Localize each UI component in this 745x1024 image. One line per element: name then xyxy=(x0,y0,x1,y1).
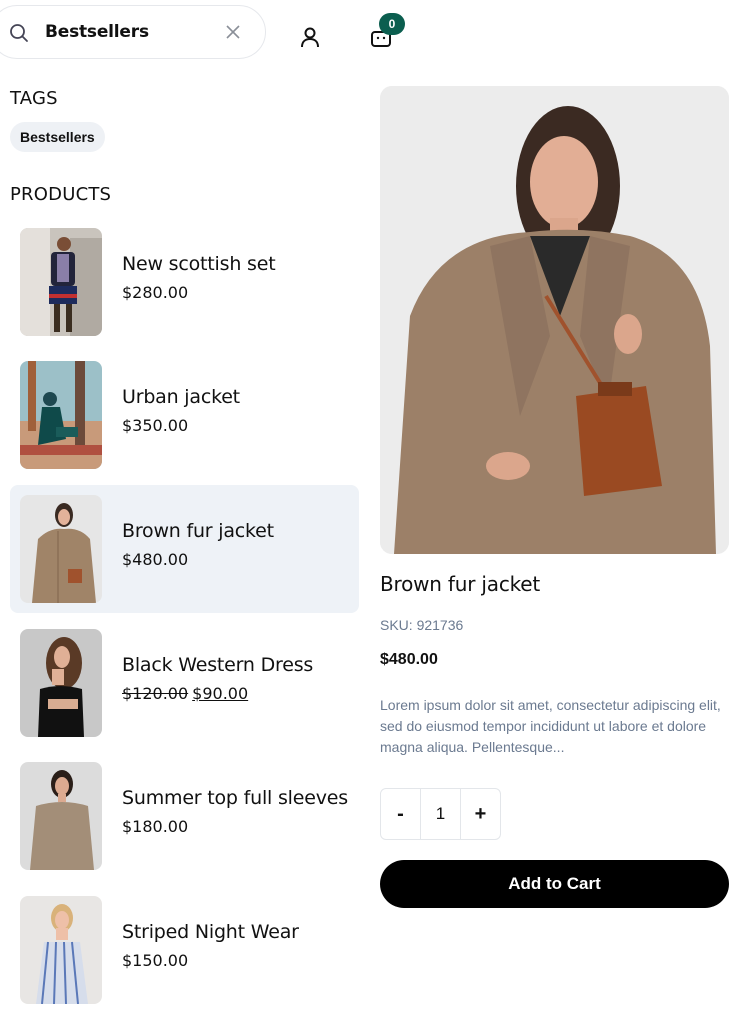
list-item[interactable]: New scottish set $280.00 xyxy=(10,218,359,346)
product-thumbnail xyxy=(20,896,102,1004)
product-name: Striped Night Wear xyxy=(122,921,299,943)
product-hero-image xyxy=(380,86,729,554)
list-item[interactable]: Black Western Dress $120.00 $90.00 xyxy=(10,619,359,747)
decrease-quantity-button[interactable]: - xyxy=(381,789,421,839)
list-item[interactable]: Summer top full sleeves $180.00 xyxy=(10,752,359,880)
product-name: Urban jacket xyxy=(122,386,240,408)
product-description: Lorem ipsum dolor sit amet, consectetur … xyxy=(380,697,721,755)
original-price: $120.00 xyxy=(122,684,189,703)
product-thumbnail xyxy=(20,361,102,469)
quantity-value[interactable]: 1 xyxy=(421,789,460,839)
product-price: $180.00 xyxy=(122,817,189,836)
product-price: $350.00 xyxy=(122,416,189,435)
list-item[interactable]: Urban jacket $350.00 xyxy=(10,351,359,479)
product-name: Summer top full sleeves xyxy=(122,787,348,809)
products-heading: PRODUCTS xyxy=(10,184,112,205)
tag-chip-bestsellers[interactable]: Bestsellers xyxy=(10,122,105,152)
tags-heading: TAGS xyxy=(10,88,58,109)
product-thumbnail xyxy=(20,762,102,870)
list-item[interactable]: Striped Night Wear $150.00 xyxy=(10,886,359,1014)
list-item-selected[interactable]: Brown fur jacket $480.00 xyxy=(10,485,359,613)
product-price: $120.00 $90.00 xyxy=(122,684,248,703)
product-price: $150.00 xyxy=(122,951,189,970)
search-icon xyxy=(10,24,28,42)
search-bar[interactable]: Bestsellers xyxy=(0,5,266,59)
product-sku: SKU: 921736 xyxy=(380,617,464,633)
product-name: New scottish set xyxy=(122,253,276,275)
cart-count-badge: 0 xyxy=(379,13,405,35)
product-price: $480.00 xyxy=(122,550,189,569)
product-price-detail: $480.00 xyxy=(380,651,438,668)
product-thumbnail xyxy=(20,629,102,737)
user-icon[interactable] xyxy=(298,25,322,49)
search-input[interactable]: Bestsellers xyxy=(45,22,149,42)
add-to-cart-button[interactable]: Add to Cart xyxy=(380,860,729,908)
product-price: $280.00 xyxy=(122,283,189,302)
header: Bestsellers 0 xyxy=(0,0,745,64)
product-title: Brown fur jacket xyxy=(380,572,541,596)
increase-quantity-button[interactable]: + xyxy=(460,789,500,839)
product-thumbnail xyxy=(20,495,102,603)
close-icon[interactable] xyxy=(223,22,243,42)
product-name: Black Western Dress xyxy=(122,654,314,676)
quantity-stepper[interactable]: - 1 + xyxy=(380,788,501,840)
product-thumbnail xyxy=(20,228,102,336)
product-name: Brown fur jacket xyxy=(122,520,274,542)
sale-price: $90.00 xyxy=(192,684,249,703)
